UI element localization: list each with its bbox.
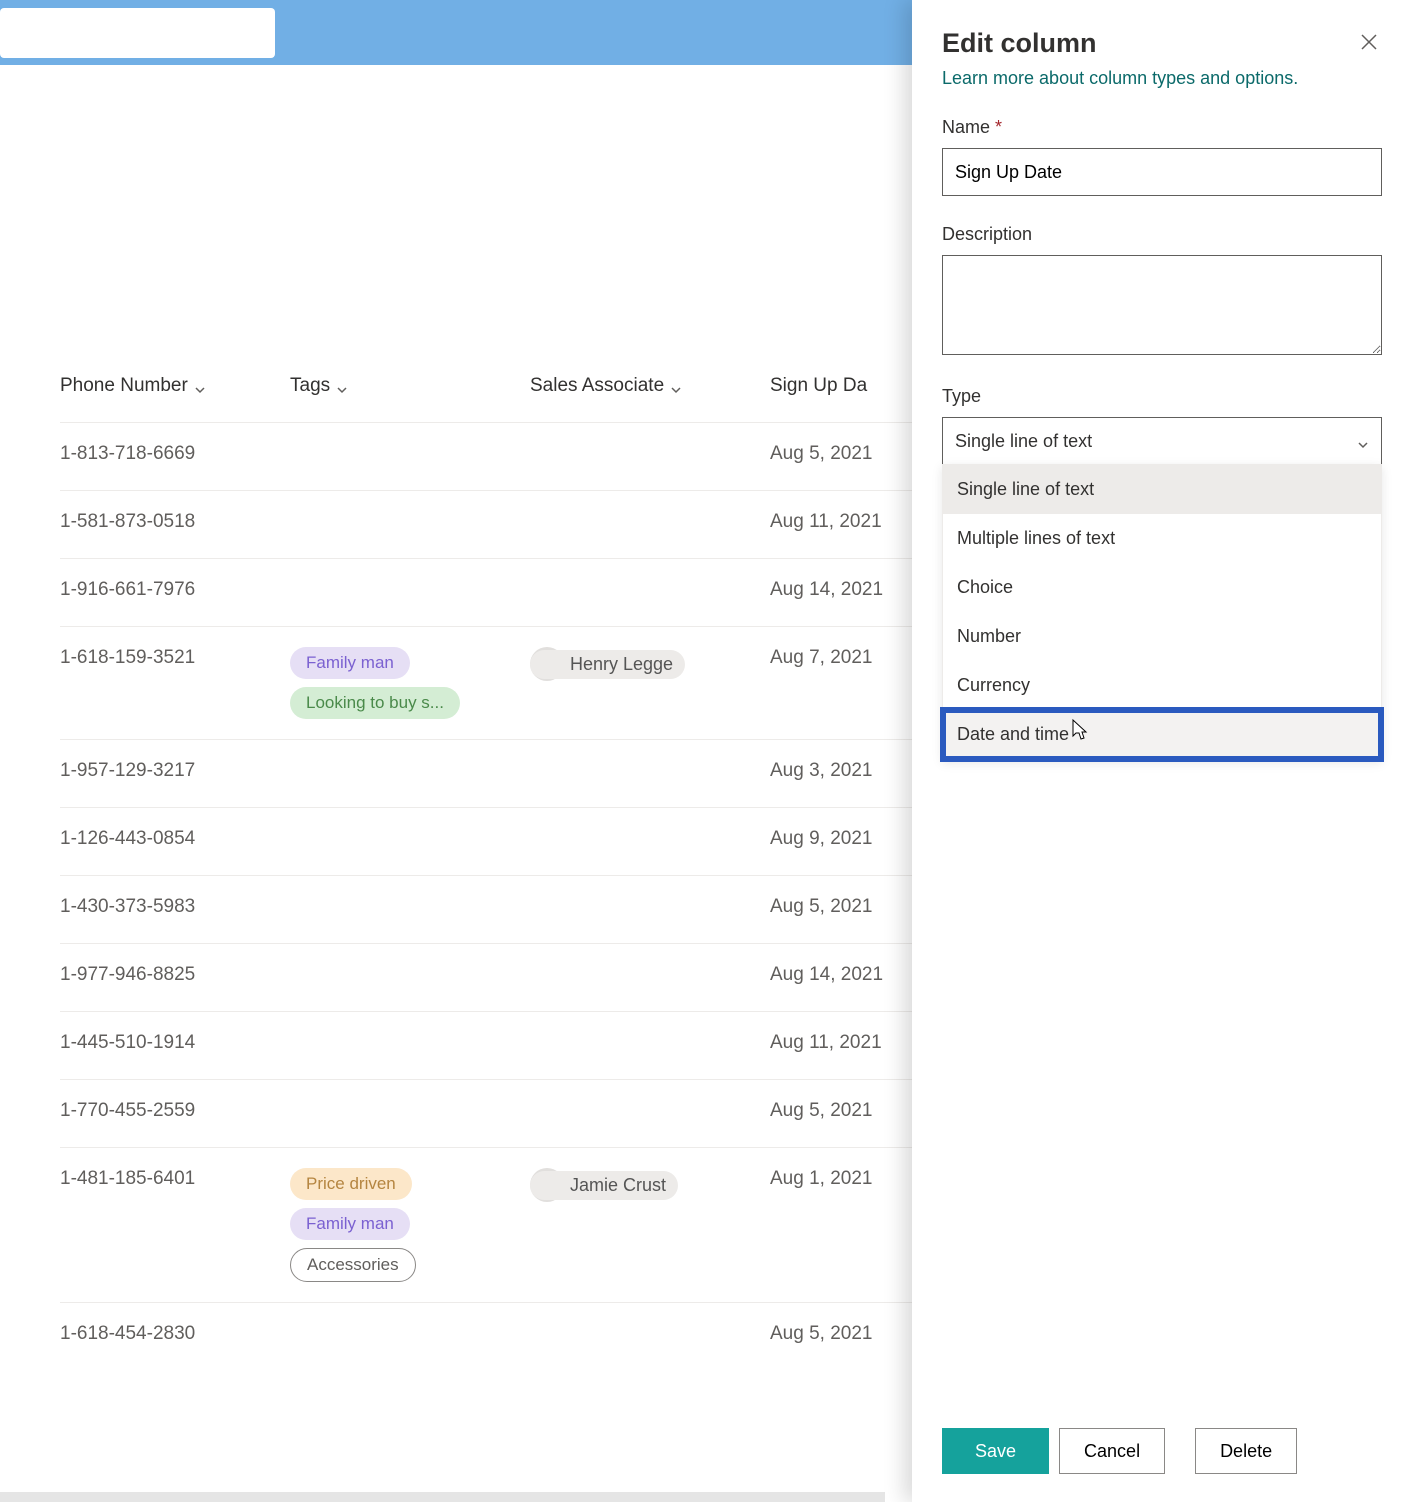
panel-footer: Save Cancel Delete (942, 1408, 1382, 1502)
column-header-tags[interactable]: Tags (290, 375, 530, 397)
phone-cell: 1-618-159-3521 (60, 647, 290, 669)
sales-cell: Jamie Crust (530, 1168, 770, 1202)
name-field-group: Name * (942, 117, 1382, 196)
name-input[interactable] (942, 148, 1382, 196)
search-input[interactable] (0, 8, 275, 58)
tag[interactable]: Family man (290, 647, 410, 679)
type-option[interactable]: Single line of text (943, 465, 1381, 514)
phone-cell: 1-445-510-1914 (60, 1032, 290, 1054)
panel-title: Edit column (942, 28, 1097, 59)
column-label: Sign Up Da (770, 375, 867, 397)
type-option[interactable]: Number (943, 612, 1381, 661)
delete-button[interactable]: Delete (1195, 1428, 1297, 1474)
type-option[interactable]: Choice (943, 563, 1381, 612)
phone-cell: 1-957-129-3217 (60, 760, 290, 782)
type-option[interactable]: Date and time (943, 710, 1381, 759)
phone-cell: 1-481-185-6401 (60, 1168, 290, 1190)
tag[interactable]: Accessories (290, 1248, 416, 1282)
type-select[interactable]: Single line of text (942, 417, 1382, 465)
column-header-phone[interactable]: Phone Number (60, 375, 290, 397)
sales-associate-pill[interactable]: Henry Legge (530, 650, 685, 679)
sales-associate-pill[interactable]: Jamie Crust (530, 1171, 678, 1200)
cancel-button[interactable]: Cancel (1059, 1428, 1165, 1474)
type-option[interactable]: Multiple lines of text (943, 514, 1381, 563)
chevron-down-icon (1357, 435, 1369, 447)
phone-cell: 1-430-373-5983 (60, 896, 290, 918)
tag[interactable]: Looking to buy s... (290, 687, 460, 719)
type-selected-value: Single line of text (955, 431, 1092, 452)
sales-cell: Henry Legge (530, 647, 770, 681)
tags-cell: Family man Looking to buy s... (290, 647, 530, 719)
horizontal-scrollbar[interactable] (0, 1492, 885, 1502)
phone-cell: 1-813-718-6669 (60, 443, 290, 465)
chevron-down-icon (670, 380, 682, 392)
phone-cell: 1-977-946-8825 (60, 964, 290, 986)
column-header-sales[interactable]: Sales Associate (530, 375, 770, 397)
type-dropdown: Single line of textMultiple lines of tex… (942, 464, 1382, 760)
description-input[interactable] (942, 255, 1382, 355)
phone-cell: 1-581-873-0518 (60, 511, 290, 533)
type-label: Type (942, 386, 1382, 407)
column-label: Tags (290, 375, 330, 397)
tag[interactable]: Family man (290, 1208, 410, 1240)
phone-cell: 1-770-455-2559 (60, 1100, 290, 1122)
phone-cell: 1-916-661-7976 (60, 579, 290, 601)
edit-column-panel: Edit column Learn more about column type… (912, 0, 1412, 1502)
save-button[interactable]: Save (942, 1428, 1049, 1474)
phone-cell: 1-618-454-2830 (60, 1323, 290, 1345)
column-label: Phone Number (60, 375, 188, 397)
description-label: Description (942, 224, 1382, 245)
chevron-down-icon (336, 380, 348, 392)
column-label: Sales Associate (530, 375, 664, 397)
type-option[interactable]: Currency (943, 661, 1381, 710)
chevron-down-icon (194, 380, 206, 392)
type-field-group: Type Single line of text Single line of … (942, 386, 1382, 760)
tags-cell: Price driven Family man Accessories (290, 1168, 530, 1282)
name-label: Name * (942, 117, 1382, 138)
cursor-icon (1067, 718, 1089, 749)
learn-more-link[interactable]: Learn more about column types and option… (942, 68, 1382, 89)
tag[interactable]: Price driven (290, 1168, 412, 1200)
sales-associate-name: Jamie Crust (570, 1175, 666, 1196)
sales-associate-name: Henry Legge (570, 654, 673, 675)
phone-cell: 1-126-443-0854 (60, 828, 290, 850)
close-icon[interactable] (1356, 28, 1382, 60)
description-field-group: Description (942, 224, 1382, 358)
